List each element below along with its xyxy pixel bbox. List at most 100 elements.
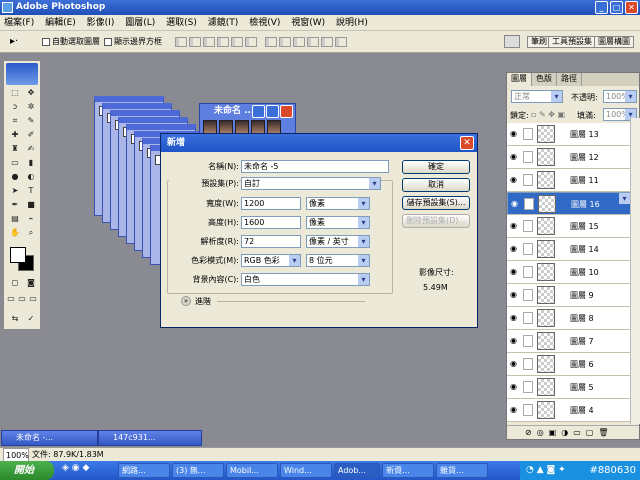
close-button[interactable]: ✕ bbox=[625, 1, 638, 14]
save-preset-button[interactable]: 儲存預設集(S)... bbox=[402, 196, 470, 210]
minimize-button[interactable]: _ bbox=[595, 1, 608, 14]
minimized-doc-1[interactable]: 未命名 -... bbox=[1, 430, 98, 446]
hand-tool-icon[interactable]: ✋ bbox=[8, 227, 22, 238]
layer-link-box[interactable] bbox=[523, 151, 533, 163]
menu-select[interactable]: 選取(S) bbox=[162, 15, 201, 31]
preset-select[interactable]: 自訂 bbox=[241, 177, 381, 190]
move-tool-icon-2[interactable]: ✥ bbox=[24, 87, 38, 98]
layer-link-box[interactable] bbox=[523, 289, 533, 301]
distribute-top-icon[interactable] bbox=[265, 37, 277, 47]
eye-icon[interactable]: ◉ bbox=[510, 291, 520, 299]
doc-close-button[interactable] bbox=[280, 105, 293, 118]
history-brush-icon[interactable]: ✍ bbox=[24, 143, 38, 154]
quickmask-mode-icon[interactable]: ◙ bbox=[24, 277, 38, 288]
task-button-6[interactable]: 新資... bbox=[382, 463, 434, 478]
menu-layer[interactable]: 圖層(L) bbox=[121, 15, 159, 31]
crop-tool-icon[interactable]: ⌗ bbox=[8, 115, 22, 126]
menu-view[interactable]: 檢視(V) bbox=[245, 15, 284, 31]
eye-icon[interactable]: ◉ bbox=[510, 337, 520, 345]
shape-tool-icon[interactable]: ■ bbox=[24, 199, 38, 210]
distribute-middle-icon[interactable] bbox=[279, 37, 291, 47]
layer-link-box[interactable] bbox=[523, 220, 533, 232]
screen-mode-1-icon[interactable]: ▭ bbox=[6, 293, 16, 304]
layer-link-box[interactable] bbox=[523, 358, 533, 370]
layer-row[interactable]: ◉ 圖層 12 bbox=[507, 146, 631, 169]
magic-wand-tool-icon[interactable]: ✲ bbox=[24, 101, 38, 112]
slice-tool-icon[interactable]: ✎ bbox=[24, 115, 38, 126]
maximize-button[interactable]: □ bbox=[610, 1, 623, 14]
layer-link-box[interactable] bbox=[523, 174, 533, 186]
quicklaunch-icons[interactable]: ◈ ◉ ◆ bbox=[62, 463, 89, 473]
width-field[interactable]: 1200 bbox=[241, 197, 301, 210]
layer-row[interactable]: ◉ 圖層 9 bbox=[507, 284, 631, 307]
eye-icon[interactable]: ◉ bbox=[510, 406, 520, 414]
jump-icon[interactable]: ✓ bbox=[24, 313, 38, 324]
zoom-tool-icon[interactable]: ⌕ bbox=[24, 227, 38, 238]
task-button-3[interactable]: Mobil... bbox=[226, 463, 278, 478]
layer-row[interactable]: ◉ 圖層 13 bbox=[507, 123, 631, 146]
doc-minimize-button[interactable] bbox=[252, 105, 265, 118]
layer-link-box[interactable] bbox=[524, 198, 534, 210]
tray-icons[interactable]: ◔ ▲ ◙ ✦ bbox=[526, 461, 566, 480]
menu-help[interactable]: 說明(H) bbox=[332, 15, 372, 31]
menu-image[interactable]: 影像(I) bbox=[83, 15, 119, 31]
layer-row[interactable]: ◉ 圖層 7 bbox=[507, 330, 631, 353]
lock-icons[interactable]: ▫ ✎ ✥ ▣ bbox=[531, 110, 565, 119]
advanced-label[interactable]: 進階 bbox=[195, 296, 211, 307]
layers-scrollbar[interactable] bbox=[630, 118, 640, 424]
tab-paths[interactable]: 路徑 bbox=[557, 73, 582, 86]
align-bottom-icon[interactable] bbox=[203, 37, 215, 47]
tab-channels[interactable]: 色版 bbox=[532, 73, 557, 86]
blend-mode-select[interactable]: 正常 bbox=[511, 90, 563, 103]
task-button-7[interactable]: 雜貨... bbox=[436, 463, 488, 478]
height-unit-select[interactable]: 像素 bbox=[306, 216, 370, 229]
layer-row[interactable]: ◉ 圖層 4 bbox=[507, 399, 631, 422]
eye-icon[interactable]: ◉ bbox=[510, 383, 520, 391]
task-button-5[interactable]: Adob... bbox=[334, 463, 380, 478]
layer-row[interactable]: ◉ 圖層 15 bbox=[507, 215, 631, 238]
layer-link-box[interactable] bbox=[523, 404, 533, 416]
task-button-2[interactable]: (3) 無... bbox=[172, 463, 224, 478]
brush-tool-icon[interactable]: ✐ bbox=[24, 129, 38, 140]
healing-tool-icon[interactable]: ✚ bbox=[8, 129, 22, 140]
menu-window[interactable]: 視窗(W) bbox=[287, 15, 329, 31]
distribute-right-icon[interactable] bbox=[335, 37, 347, 47]
eraser-tool-icon[interactable]: ▭ bbox=[8, 157, 22, 168]
layer-row[interactable]: ◉ 圖層 11 bbox=[507, 169, 631, 192]
eye-icon[interactable]: ◉ bbox=[511, 200, 521, 208]
layer-row[interactable]: ◉ 圖層 14 bbox=[507, 238, 631, 261]
file-browser-icon[interactable] bbox=[504, 35, 520, 48]
layer-link-box[interactable] bbox=[523, 266, 533, 278]
screen-mode-3-icon[interactable]: ▭ bbox=[28, 293, 38, 304]
layer-row[interactable]: ◉ 圖層 16 bbox=[507, 192, 631, 215]
align-middle-icon[interactable] bbox=[189, 37, 201, 47]
task-button-1[interactable]: 網路... bbox=[118, 463, 170, 478]
minimized-doc-2[interactable]: 147c931... bbox=[98, 430, 202, 446]
dodge-tool-icon[interactable]: ◐ bbox=[24, 171, 38, 182]
eye-icon[interactable]: ◉ bbox=[510, 268, 520, 276]
layer-link-box[interactable] bbox=[523, 335, 533, 347]
ok-button[interactable]: 確定 bbox=[402, 160, 470, 174]
layer-row[interactable]: ◉ 圖層 5 bbox=[507, 376, 631, 399]
dialog-close-button[interactable]: ✕ bbox=[460, 136, 474, 150]
lasso-tool-icon[interactable]: ↄ bbox=[8, 101, 22, 112]
background-select[interactable]: 白色 bbox=[241, 273, 370, 286]
eye-icon[interactable]: ◉ bbox=[510, 245, 520, 253]
width-unit-select[interactable]: 像素 bbox=[306, 197, 370, 210]
distribute-left-icon[interactable] bbox=[307, 37, 319, 47]
menu-edit[interactable]: 編輯(E) bbox=[41, 15, 80, 31]
layer-link-box[interactable] bbox=[523, 243, 533, 255]
pen-tool-icon[interactable]: ✒ bbox=[8, 199, 22, 210]
task-button-4[interactable]: Wind... bbox=[280, 463, 332, 478]
align-top-icon[interactable] bbox=[175, 37, 187, 47]
name-field[interactable]: 未命名 -5 bbox=[241, 160, 389, 173]
dock-tab-tool-presets[interactable]: 工具預設集 bbox=[548, 36, 596, 48]
start-button[interactable]: 開始 bbox=[0, 461, 54, 480]
blur-tool-icon[interactable]: ● bbox=[8, 171, 22, 182]
notes-tool-icon[interactable]: ▤ bbox=[8, 213, 22, 224]
eye-icon[interactable]: ◉ bbox=[510, 153, 520, 161]
color-mode-select[interactable]: RGB 色彩 bbox=[241, 254, 301, 267]
imageready-icon[interactable]: ⇆ bbox=[8, 313, 22, 324]
advanced-toggle-icon[interactable]: » bbox=[181, 296, 191, 306]
eye-icon[interactable]: ◉ bbox=[510, 222, 520, 230]
